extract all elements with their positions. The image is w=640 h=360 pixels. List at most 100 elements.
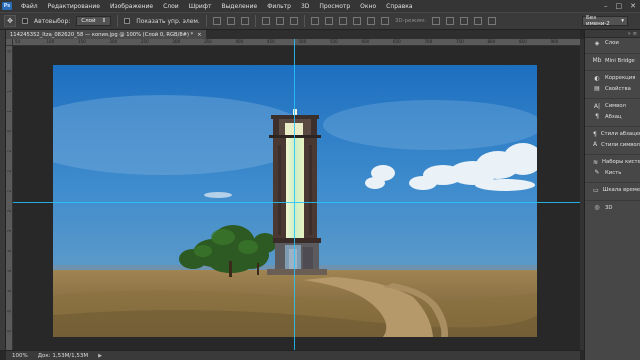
ruler-tick-label: 550: [330, 39, 338, 44]
document-image[interactable]: [53, 65, 537, 337]
panel-group-separator: [585, 150, 640, 155]
align-center-icon[interactable]: [275, 17, 284, 25]
ruler-tick-label: 200: [109, 39, 118, 44]
ruler-tick-label: 3: [7, 210, 12, 213]
panel-item-label: Стили символов: [601, 141, 640, 148]
zoom-level[interactable]: 100%: [12, 353, 28, 359]
menu-edit[interactable]: Редактирование: [43, 3, 105, 10]
panel-item-timeline[interactable]: ▭Шкала времени: [585, 185, 640, 196]
distribute-center-icon[interactable]: [366, 17, 375, 25]
menu-3d[interactable]: 3D: [296, 3, 314, 10]
panel-item-character-styles[interactable]: AСтили символов: [585, 140, 640, 151]
ruler-tick-label: 100: [46, 39, 55, 44]
menu-view[interactable]: Просмотр: [314, 3, 355, 10]
menu-filter[interactable]: Фильтр: [262, 3, 296, 10]
separator: [254, 15, 256, 27]
document-tab-bar: 114245352_Itza_082620_58 — копия.jpg @ 1…: [6, 30, 580, 39]
horizontal-guide[interactable]: [13, 202, 580, 203]
autoselect-dropdown[interactable]: Слой ⇕: [76, 16, 112, 26]
ruler-tick-label: 5: [7, 70, 12, 73]
panel-item-mini-bridge[interactable]: Mb Mini Bridge: [585, 56, 640, 67]
menu-bar: Ps Файл Редактирование Изображение Слои …: [0, 0, 640, 12]
distribute-middle-icon[interactable]: [324, 17, 333, 25]
menu-image[interactable]: Изображение: [105, 3, 158, 10]
workspace-value: Без имени-2: [586, 15, 610, 27]
panel-item-3d[interactable]: ◎ 3D: [585, 203, 640, 214]
ruler-tick-label: 350: [204, 39, 212, 44]
horizontal-ruler[interactable]: 50 100 150 200 250 300 350 400 450 500 550 600 650 70…: [13, 39, 580, 46]
align-left-icon[interactable]: [261, 17, 270, 25]
panel-menu-icon[interactable]: ≡: [633, 31, 637, 37]
move-tool-icon[interactable]: ✥: [4, 15, 16, 27]
panel-item-brush[interactable]: ✎ Кисть: [585, 168, 640, 179]
panel-group-separator: [585, 94, 640, 99]
minimize-icon[interactable]: –: [604, 2, 608, 10]
ruler-tick-label: 4: [7, 250, 12, 253]
character-icon: A|: [593, 102, 601, 110]
menu-file[interactable]: Файл: [16, 3, 43, 10]
close-window-icon[interactable]: ✕: [630, 2, 636, 10]
panel-item-layers[interactable]: ◈ Слои: [585, 38, 640, 49]
canvas-area[interactable]: [13, 46, 580, 350]
ruler-tick-label: 3: [7, 230, 12, 233]
ruler-tick-label: 500: [298, 39, 307, 44]
ruler-tick-label: 800: [487, 39, 496, 44]
panel-item-label: Шкала времени: [602, 187, 640, 194]
separator: [117, 15, 119, 27]
distribute-bottom-icon[interactable]: [338, 17, 347, 25]
ruler-tick-label: 5: [7, 310, 12, 313]
workspace-dropdown[interactable]: Без имени-2 ▾: [582, 15, 628, 27]
ruler-tick-label: 250: [141, 39, 149, 44]
window-controls: – □ ✕: [604, 2, 636, 10]
show-controls-checkbox[interactable]: [124, 18, 131, 24]
menu-window[interactable]: Окно: [355, 3, 381, 10]
align-middle-icon[interactable]: [226, 17, 235, 25]
close-icon[interactable]: ×: [197, 32, 201, 38]
ruler-tick-label: 150: [78, 39, 86, 44]
ruler-tick-label: 50: [15, 39, 21, 44]
panel-item-brush-presets[interactable]: ≋Наборы кистей: [585, 157, 640, 168]
align-bottom-icon[interactable]: [240, 17, 249, 25]
panel-item-label: Mini Bridge: [605, 57, 635, 64]
3d-mode-label: 3D-режим:: [394, 18, 426, 24]
ruler-tick-label: 300: [172, 39, 181, 44]
3d-pan-icon[interactable]: [459, 17, 468, 25]
distribute-left-icon[interactable]: [352, 17, 361, 25]
panel-item-adjustments[interactable]: ◐ Коррекция: [585, 73, 640, 84]
menu-help[interactable]: Справка: [381, 3, 417, 10]
document-tab[interactable]: 114245352_Itza_082620_58 — копия.jpg @ 1…: [6, 30, 206, 39]
collapse-icon[interactable]: »: [628, 31, 631, 37]
adjustments-icon: ◐: [594, 74, 600, 82]
paragraph-icon: ¶: [595, 113, 599, 121]
ruler-tick-label: 5: [7, 130, 12, 133]
vertical-guide[interactable]: [294, 39, 295, 350]
timeline-icon: ▭: [593, 186, 599, 194]
panel-item-paragraph[interactable]: ¶ Абзац: [585, 112, 640, 123]
brush-icon: ✎: [594, 169, 600, 177]
maximize-icon[interactable]: □: [616, 2, 623, 10]
distribute-top-icon[interactable]: [310, 17, 319, 25]
ruler-corner[interactable]: [6, 39, 13, 46]
status-menu-arrow-icon[interactable]: ▶: [98, 353, 102, 359]
3d-rotate-icon[interactable]: [431, 17, 440, 25]
paragraph-styles-icon: ¶: [593, 130, 597, 138]
panel-item-character[interactable]: A| Символ: [585, 101, 640, 112]
autoselect-value: Слой: [81, 18, 96, 24]
align-top-icon[interactable]: [212, 17, 221, 25]
3d-scale-icon[interactable]: [487, 17, 496, 25]
panel-item-properties[interactable]: ▤ Свойства: [585, 84, 640, 95]
vertical-ruler[interactable]: 0 5 1 1 5 2 2 2 3 3 4 4 4 5 5: [6, 46, 13, 350]
panel-item-label: Абзац: [605, 113, 622, 120]
distribute-right-icon[interactable]: [380, 17, 389, 25]
align-right-icon[interactable]: [289, 17, 298, 25]
menu-type[interactable]: Шрифт: [184, 3, 217, 10]
3d-slide-icon[interactable]: [473, 17, 482, 25]
3d-roll-icon[interactable]: [445, 17, 454, 25]
show-controls-label: Показать упр. элем.: [136, 17, 200, 25]
menu-select[interactable]: Выделение: [216, 3, 262, 10]
panel-dock-header[interactable]: » ≡: [585, 30, 640, 38]
brush-presets-icon: ≋: [593, 158, 599, 166]
autoselect-checkbox[interactable]: [22, 18, 28, 24]
panel-item-paragraph-styles[interactable]: ¶ Стили абзацев: [585, 129, 640, 140]
menu-layers[interactable]: Слои: [158, 3, 184, 10]
